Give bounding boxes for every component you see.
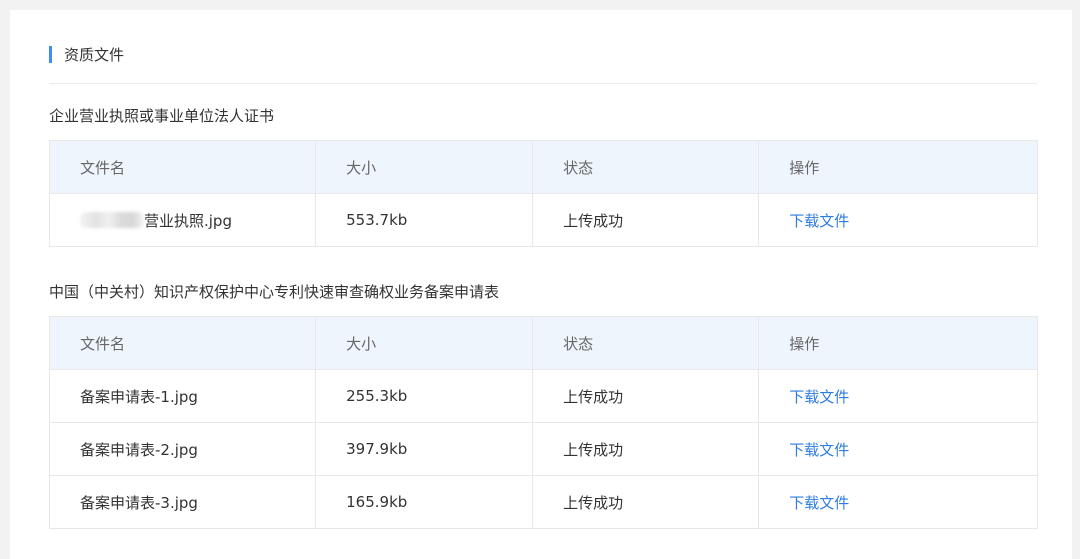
section-accent-bar (49, 45, 52, 63)
file-name: 备案申请表-3.jpg (48, 475, 317, 529)
section-title: 资质文件 (64, 45, 125, 64)
business-license-file-table: 文件名 大小 状态 操作 营业执照.jpg 553.7kb 上传成功 下载文件 (48, 140, 1038, 247)
section-divider (49, 83, 1037, 84)
download-file-link[interactable]: 下载文件 (789, 388, 849, 406)
file-size: 397.9kb (315, 422, 534, 476)
file-name: 备案申请表-1.jpg (48, 369, 317, 423)
file-name-cell: 营业执照.jpg (48, 193, 317, 247)
download-file-link[interactable]: 下载文件 (789, 212, 849, 230)
upload-status: 上传成功 (532, 369, 760, 423)
upload-status: 上传成功 (532, 193, 760, 247)
download-file-link[interactable]: 下载文件 (789, 494, 849, 512)
table-header-row: 文件名 大小 状态 操作 (48, 140, 1038, 194)
section-header: 资质文件 (49, 42, 124, 66)
redacted-filename-prefix (80, 211, 144, 228)
column-header-size: 大小 (315, 140, 534, 194)
column-header-size: 大小 (315, 316, 534, 370)
download-file-link[interactable]: 下载文件 (789, 441, 849, 459)
column-header-action: 操作 (758, 316, 1038, 370)
action-cell: 下载文件 (758, 369, 1038, 423)
filing-application-file-table: 文件名 大小 状态 操作 备案申请表-1.jpg 255.3kb 上传成功 下载… (48, 316, 1038, 529)
file-name: 备案申请表-2.jpg (48, 422, 317, 476)
column-header-status: 状态 (532, 140, 760, 194)
upload-status: 上传成功 (532, 475, 760, 529)
table-row: 备案申请表-3.jpg 165.9kb 上传成功 下载文件 (48, 475, 1038, 529)
action-cell: 下载文件 (758, 475, 1038, 529)
action-cell: 下载文件 (758, 422, 1038, 476)
file-size: 165.9kb (315, 475, 534, 529)
group-title-business-license: 企业营业执照或事业单位法人证书 (49, 107, 275, 125)
column-header-action: 操作 (758, 140, 1038, 194)
file-name: 营业执照.jpg (144, 211, 232, 230)
action-cell: 下载文件 (758, 193, 1038, 247)
column-header-filename: 文件名 (48, 316, 317, 370)
qualification-files-card: 资质文件 企业营业执照或事业单位法人证书 文件名 大小 状态 操作 营业执照.j… (10, 10, 1072, 559)
table-row: 营业执照.jpg 553.7kb 上传成功 下载文件 (48, 193, 1038, 247)
table-row: 备案申请表-2.jpg 397.9kb 上传成功 下载文件 (48, 422, 1038, 476)
group-title-filing-application: 中国（中关村）知识产权保护中心专利快速审查确权业务备案申请表 (49, 283, 500, 301)
table-header-row: 文件名 大小 状态 操作 (48, 316, 1038, 370)
column-header-filename: 文件名 (48, 140, 317, 194)
file-size: 553.7kb (315, 193, 534, 247)
file-size: 255.3kb (315, 369, 534, 423)
column-header-status: 状态 (532, 316, 760, 370)
table-row: 备案申请表-1.jpg 255.3kb 上传成功 下载文件 (48, 369, 1038, 423)
upload-status: 上传成功 (532, 422, 760, 476)
